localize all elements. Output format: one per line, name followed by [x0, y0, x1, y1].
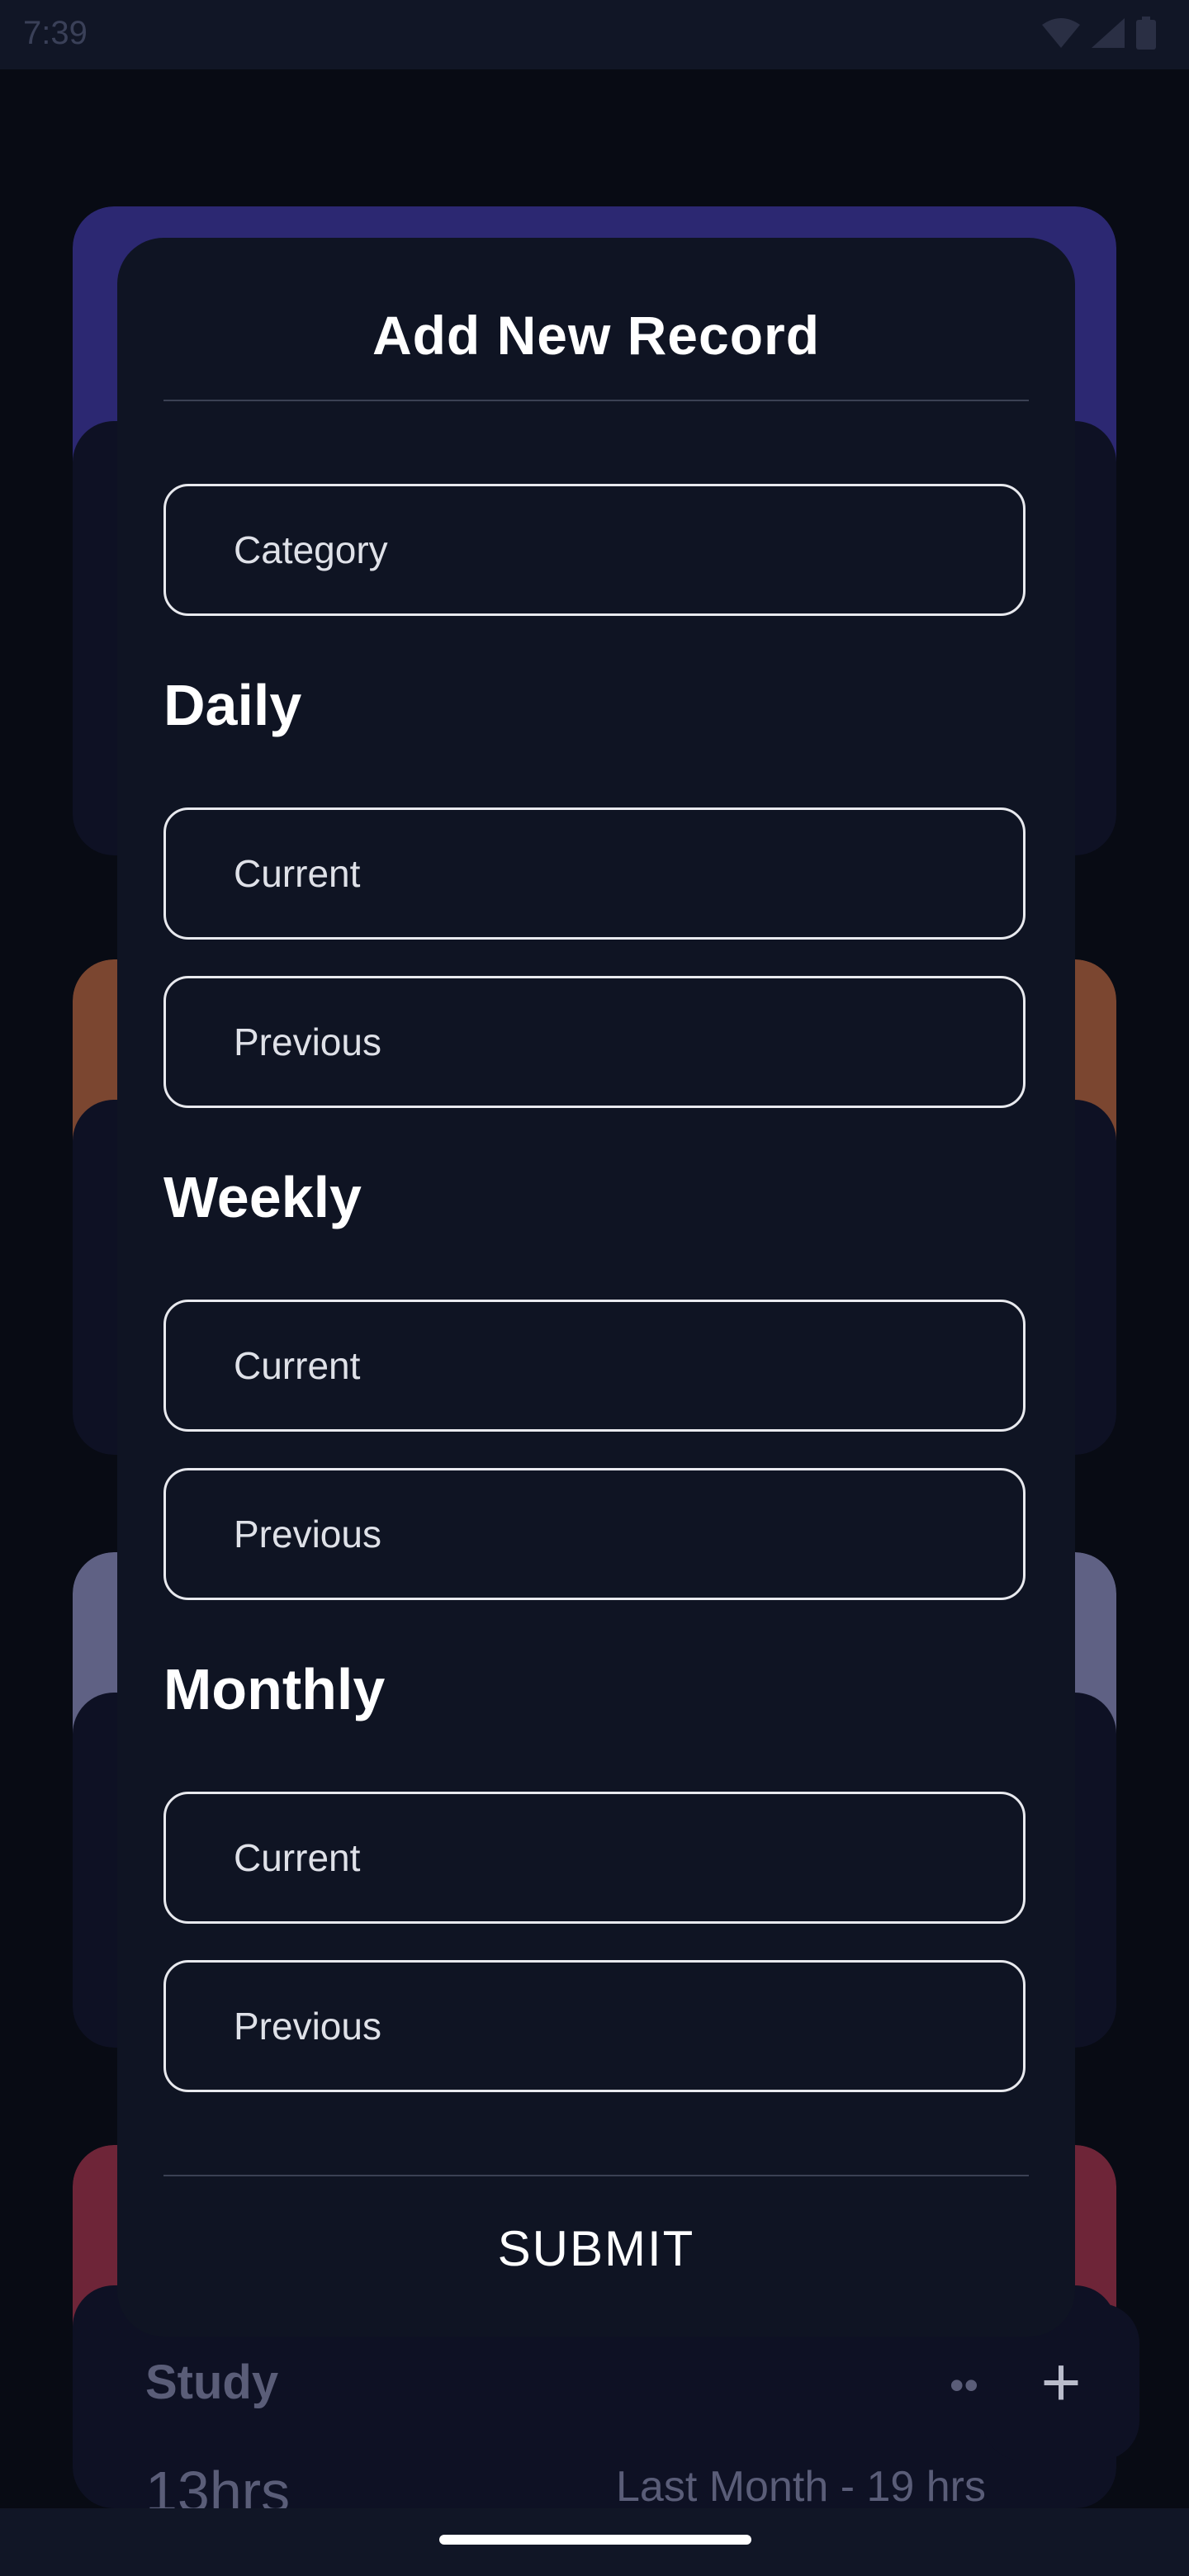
status-time: 7:39	[23, 15, 88, 51]
battery-icon	[1136, 17, 1156, 50]
add-record-dialog: Add New Record Daily Weekly Monthly SUBM…	[117, 238, 1075, 2337]
monthly-previous-field[interactable]	[163, 1960, 1026, 2092]
daily-current-field[interactable]	[163, 807, 1026, 940]
monthly-current-field[interactable]	[163, 1792, 1026, 1924]
signal-icon	[1092, 18, 1125, 48]
study-last-month: Last Month - 19 hrs	[616, 2463, 986, 2511]
wifi-icon	[1042, 18, 1080, 48]
daily-heading: Daily	[163, 673, 302, 737]
weekly-heading: Weekly	[163, 1165, 362, 1229]
category-input[interactable]	[166, 486, 1023, 613]
category-field[interactable]	[163, 484, 1026, 616]
footer-divider	[163, 2175, 1029, 2176]
status-icons	[1042, 17, 1156, 50]
weekly-current-input[interactable]	[166, 1302, 1023, 1429]
submit-button[interactable]: SUBMIT	[117, 2219, 1075, 2278]
monthly-previous-input[interactable]	[166, 1963, 1023, 2090]
daily-previous-field[interactable]	[163, 976, 1026, 1108]
navigation-bar	[0, 2508, 1189, 2576]
home-gesture-handle[interactable]	[439, 2535, 751, 2545]
weekly-previous-field[interactable]	[163, 1468, 1026, 1600]
daily-previous-input[interactable]	[166, 978, 1023, 1106]
title-divider	[163, 400, 1029, 401]
monthly-heading: Monthly	[163, 1657, 386, 1721]
plus-icon: +	[1040, 2342, 1082, 2421]
weekly-previous-input[interactable]	[166, 1470, 1023, 1598]
weekly-current-field[interactable]	[163, 1300, 1026, 1432]
study-card-title: Study	[145, 2356, 279, 2409]
daily-current-input[interactable]	[166, 810, 1023, 937]
more-options-icon[interactable]: ••	[950, 2361, 978, 2409]
status-bar: 7:39	[0, 0, 1189, 69]
monthly-current-input[interactable]	[166, 1794, 1023, 1921]
dialog-title: Add New Record	[372, 305, 821, 366]
